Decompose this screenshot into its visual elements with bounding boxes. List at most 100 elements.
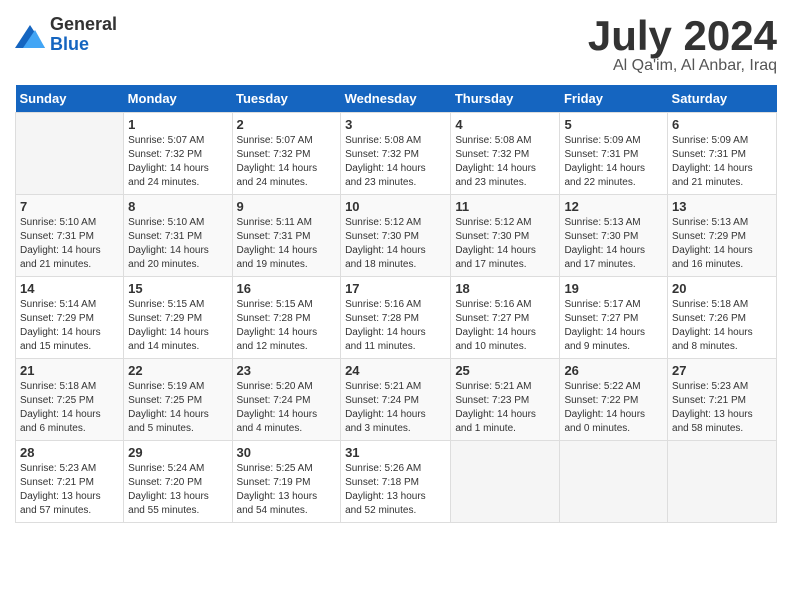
day-number: 7 <box>20 199 119 214</box>
day-number: 5 <box>564 117 663 132</box>
day-number: 10 <box>345 199 446 214</box>
day-number: 24 <box>345 363 446 378</box>
day-number: 28 <box>20 445 119 460</box>
day-info: Sunrise: 5:23 AM Sunset: 7:21 PM Dayligh… <box>672 380 772 436</box>
day-number: 12 <box>564 199 663 214</box>
calendar-week-1: 1 Sunrise: 5:07 AM Sunset: 7:32 PM Daylig… <box>16 113 777 195</box>
day-number: 4 <box>455 117 555 132</box>
day-info: Sunrise: 5:07 AM Sunset: 7:32 PM Dayligh… <box>128 134 227 190</box>
calendar-cell: 11 Sunrise: 5:12 AM Sunset: 7:30 PM Dayli… <box>451 195 560 277</box>
day-info: Sunrise: 5:18 AM Sunset: 7:25 PM Dayligh… <box>20 380 119 436</box>
day-number: 25 <box>455 363 555 378</box>
calendar-cell: 17 Sunrise: 5:16 AM Sunset: 7:28 PM Dayli… <box>341 277 451 359</box>
day-info: Sunrise: 5:12 AM Sunset: 7:30 PM Dayligh… <box>455 216 555 272</box>
day-info: Sunrise: 5:12 AM Sunset: 7:30 PM Dayligh… <box>345 216 446 272</box>
calendar-cell <box>16 113 124 195</box>
day-info: Sunrise: 5:16 AM Sunset: 7:27 PM Dayligh… <box>455 298 555 354</box>
day-info: Sunrise: 5:21 AM Sunset: 7:24 PM Dayligh… <box>345 380 446 436</box>
logo-general: General <box>50 15 117 35</box>
day-number: 27 <box>672 363 772 378</box>
calendar-cell: 7Sunrise: 5:10 AM Sunset: 7:31 PM Daylig… <box>16 195 124 277</box>
day-info: Sunrise: 5:24 AM Sunset: 7:20 PM Dayligh… <box>128 462 227 518</box>
calendar-header-row: SundayMondayTuesdayWednesdayThursdayFrid… <box>16 85 777 113</box>
calendar-cell: 29 Sunrise: 5:24 AM Sunset: 7:20 PM Dayli… <box>124 441 232 523</box>
calendar-cell: 16 Sunrise: 5:15 AM Sunset: 7:28 PM Dayli… <box>232 277 341 359</box>
day-info: Sunrise: 5:20 AM Sunset: 7:24 PM Dayligh… <box>237 380 337 436</box>
day-number: 9 <box>237 199 337 214</box>
calendar-cell: 13Sunrise: 5:13 AM Sunset: 7:29 PM Dayli… <box>668 195 777 277</box>
calendar-week-4: 21Sunrise: 5:18 AM Sunset: 7:25 PM Dayli… <box>16 359 777 441</box>
day-number: 16 <box>237 281 337 296</box>
calendar-cell: 4 Sunrise: 5:08 AM Sunset: 7:32 PM Daylig… <box>451 113 560 195</box>
day-number: 20 <box>672 281 772 296</box>
calendar-cell: 27 Sunrise: 5:23 AM Sunset: 7:21 PM Dayli… <box>668 359 777 441</box>
day-number: 31 <box>345 445 446 460</box>
calendar-cell: 15Sunrise: 5:15 AM Sunset: 7:29 PM Dayli… <box>124 277 232 359</box>
calendar-cell: 22Sunrise: 5:19 AM Sunset: 7:25 PM Dayli… <box>124 359 232 441</box>
day-info: Sunrise: 5:19 AM Sunset: 7:25 PM Dayligh… <box>128 380 227 436</box>
logo-icon <box>15 20 45 50</box>
calendar-cell <box>560 441 668 523</box>
calendar-cell: 10 Sunrise: 5:12 AM Sunset: 7:30 PM Dayli… <box>341 195 451 277</box>
day-info: Sunrise: 5:17 AM Sunset: 7:27 PM Dayligh… <box>564 298 663 354</box>
calendar-cell: 8Sunrise: 5:10 AM Sunset: 7:31 PM Daylig… <box>124 195 232 277</box>
day-info: Sunrise: 5:09 AM Sunset: 7:31 PM Dayligh… <box>564 134 663 190</box>
calendar-week-5: 28 Sunrise: 5:23 AM Sunset: 7:21 PM Dayli… <box>16 441 777 523</box>
day-number: 26 <box>564 363 663 378</box>
calendar-cell: 28 Sunrise: 5:23 AM Sunset: 7:21 PM Dayli… <box>16 441 124 523</box>
calendar-cell <box>451 441 560 523</box>
day-info: Sunrise: 5:11 AM Sunset: 7:31 PM Dayligh… <box>237 216 337 272</box>
day-number: 6 <box>672 117 772 132</box>
location-title: Al Qa'im, Al Anbar, Iraq <box>588 57 777 75</box>
calendar-cell: 14 Sunrise: 5:14 AM Sunset: 7:29 PM Dayli… <box>16 277 124 359</box>
day-number: 11 <box>455 199 555 214</box>
calendar-table: SundayMondayTuesdayWednesdayThursdayFrid… <box>15 85 777 523</box>
column-header-thursday: Thursday <box>451 85 560 113</box>
day-info: Sunrise: 5:22 AM Sunset: 7:22 PM Dayligh… <box>564 380 663 436</box>
calendar-cell: 21Sunrise: 5:18 AM Sunset: 7:25 PM Dayli… <box>16 359 124 441</box>
column-header-saturday: Saturday <box>668 85 777 113</box>
calendar-week-2: 7Sunrise: 5:10 AM Sunset: 7:31 PM Daylig… <box>16 195 777 277</box>
calendar-cell: 3Sunrise: 5:08 AM Sunset: 7:32 PM Daylig… <box>341 113 451 195</box>
calendar-cell: 26 Sunrise: 5:22 AM Sunset: 7:22 PM Dayli… <box>560 359 668 441</box>
day-info: Sunrise: 5:08 AM Sunset: 7:32 PM Dayligh… <box>455 134 555 190</box>
column-header-monday: Monday <box>124 85 232 113</box>
calendar-body: 1 Sunrise: 5:07 AM Sunset: 7:32 PM Daylig… <box>16 113 777 523</box>
logo-blue: Blue <box>50 35 117 55</box>
logo-text: General Blue <box>50 15 117 55</box>
calendar-cell: 1 Sunrise: 5:07 AM Sunset: 7:32 PM Daylig… <box>124 113 232 195</box>
column-header-wednesday: Wednesday <box>341 85 451 113</box>
day-number: 2 <box>237 117 337 132</box>
day-info: Sunrise: 5:26 AM Sunset: 7:18 PM Dayligh… <box>345 462 446 518</box>
calendar-cell: 9 Sunrise: 5:11 AM Sunset: 7:31 PM Daylig… <box>232 195 341 277</box>
day-info: Sunrise: 5:13 AM Sunset: 7:29 PM Dayligh… <box>672 216 772 272</box>
calendar-cell: 25 Sunrise: 5:21 AM Sunset: 7:23 PM Dayli… <box>451 359 560 441</box>
title-section: July 2024 Al Qa'im, Al Anbar, Iraq <box>588 15 777 75</box>
day-number: 19 <box>564 281 663 296</box>
day-number: 17 <box>345 281 446 296</box>
calendar-cell: 31 Sunrise: 5:26 AM Sunset: 7:18 PM Dayli… <box>341 441 451 523</box>
day-number: 3 <box>345 117 446 132</box>
day-number: 29 <box>128 445 227 460</box>
calendar-cell: 18Sunrise: 5:16 AM Sunset: 7:27 PM Dayli… <box>451 277 560 359</box>
day-info: Sunrise: 5:14 AM Sunset: 7:29 PM Dayligh… <box>20 298 119 354</box>
day-info: Sunrise: 5:15 AM Sunset: 7:29 PM Dayligh… <box>128 298 227 354</box>
day-info: Sunrise: 5:16 AM Sunset: 7:28 PM Dayligh… <box>345 298 446 354</box>
day-number: 14 <box>20 281 119 296</box>
calendar-cell <box>668 441 777 523</box>
day-info: Sunrise: 5:23 AM Sunset: 7:21 PM Dayligh… <box>20 462 119 518</box>
day-info: Sunrise: 5:18 AM Sunset: 7:26 PM Dayligh… <box>672 298 772 354</box>
day-info: Sunrise: 5:15 AM Sunset: 7:28 PM Dayligh… <box>237 298 337 354</box>
calendar-cell: 30Sunrise: 5:25 AM Sunset: 7:19 PM Dayli… <box>232 441 341 523</box>
day-info: Sunrise: 5:25 AM Sunset: 7:19 PM Dayligh… <box>237 462 337 518</box>
day-number: 1 <box>128 117 227 132</box>
calendar-cell: 12 Sunrise: 5:13 AM Sunset: 7:30 PM Dayli… <box>560 195 668 277</box>
day-info: Sunrise: 5:21 AM Sunset: 7:23 PM Dayligh… <box>455 380 555 436</box>
month-title: July 2024 <box>588 15 777 57</box>
calendar-week-3: 14 Sunrise: 5:14 AM Sunset: 7:29 PM Dayli… <box>16 277 777 359</box>
column-header-sunday: Sunday <box>16 85 124 113</box>
calendar-cell: 24 Sunrise: 5:21 AM Sunset: 7:24 PM Dayli… <box>341 359 451 441</box>
day-info: Sunrise: 5:13 AM Sunset: 7:30 PM Dayligh… <box>564 216 663 272</box>
calendar-cell: 23Sunrise: 5:20 AM Sunset: 7:24 PM Dayli… <box>232 359 341 441</box>
logo: General Blue <box>15 15 117 55</box>
